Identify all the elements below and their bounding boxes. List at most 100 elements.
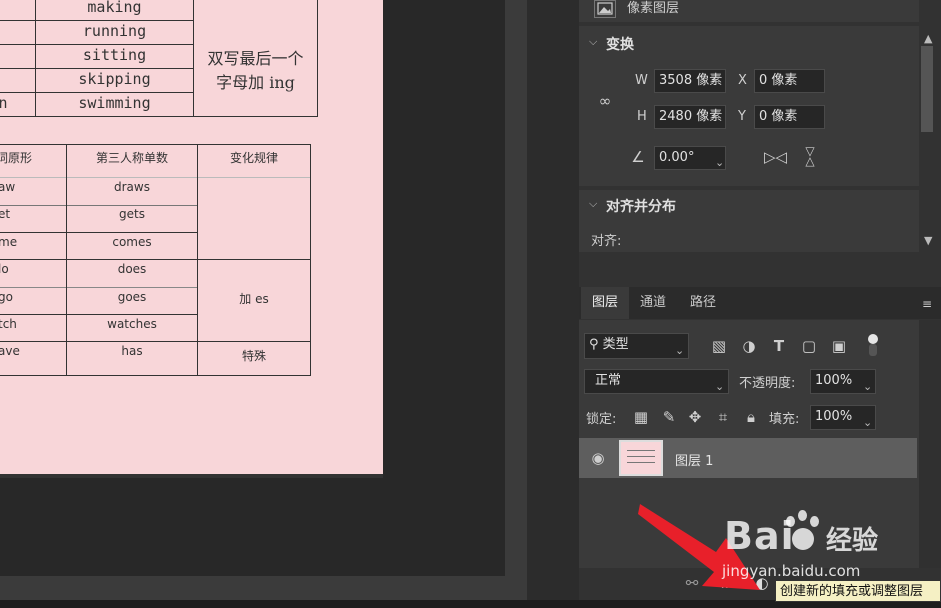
chevron-down-icon: ⌄ (863, 416, 873, 429)
table-cell: watches (107, 317, 157, 331)
table-cell: ave (0, 344, 20, 358)
panel-menu-icon[interactable]: ≡ (918, 295, 936, 313)
width-input[interactable]: 3508 像素 (654, 69, 726, 93)
chevron-down-icon[interactable]: ⌵ (589, 35, 597, 49)
table-line (0, 287, 198, 288)
fill-value: 100% (815, 409, 853, 424)
y-input[interactable]: 0 像素 (754, 105, 825, 129)
rule-cell: 字母加 ing (216, 73, 295, 92)
opacity-input[interactable]: 100% ⌄ (810, 369, 876, 394)
search-icon: ⚲ (589, 337, 603, 352)
table-cell: has (121, 344, 143, 358)
table-cell: draws (114, 180, 150, 194)
lock-artboard-icon[interactable]: ⌗ (714, 408, 732, 426)
chevron-down-icon[interactable]: ⌵ (589, 197, 597, 211)
table-line (0, 20, 193, 21)
paw-icon (782, 510, 824, 554)
eye-icon[interactable]: ◉ (589, 449, 607, 467)
watermark-url: jingyan.baidu.com (722, 562, 861, 580)
align-label: 对齐: (591, 234, 622, 249)
rule-cell: 双写最后一个 (207, 49, 304, 68)
tab-layers[interactable]: 图层 (581, 287, 629, 319)
layers-scrollbar[interactable] (919, 320, 941, 568)
chevron-down-icon: ⌄ (715, 380, 725, 393)
height-input[interactable]: 2480 像素 (654, 105, 726, 129)
opacity-label: 不透明度: (739, 376, 796, 391)
table-line (0, 177, 311, 178)
table-cell: gets (119, 207, 145, 221)
document-page[interactable]: making running sitting skipping swimming… (0, 0, 383, 474)
properties-scrollbar[interactable] (921, 46, 933, 132)
smart-object-filter-icon[interactable]: ▣ (830, 337, 848, 355)
table-cell: running (82, 22, 147, 40)
scroll-up-icon[interactable]: ▲ (924, 32, 932, 45)
rule-cell: 加 es (239, 292, 269, 306)
table-cell: comes (112, 235, 152, 249)
scroll-down-icon[interactable]: ▼ (924, 234, 932, 247)
table-line (0, 116, 318, 117)
table-line (0, 92, 193, 93)
image-filter-icon[interactable]: ▧ (710, 337, 728, 355)
type-filter-icon[interactable]: T (770, 337, 788, 355)
pixel-layer-icon (594, 0, 616, 18)
layer-thumbnail (619, 440, 663, 476)
height-label: H (637, 109, 647, 124)
table-line (0, 232, 198, 233)
filter-toggle-icon[interactable] (866, 334, 880, 356)
lock-transparency-icon[interactable]: ▦ (632, 408, 650, 426)
chevron-down-icon[interactable]: ⌄ (715, 152, 724, 174)
chevron-down-icon: ⌄ (863, 380, 873, 393)
table-line (0, 144, 311, 145)
align-title[interactable]: 对齐并分布 (606, 196, 676, 216)
table-line (66, 144, 67, 375)
angle-icon: ∠ (631, 148, 645, 166)
chevron-down-icon: ⌄ (675, 344, 685, 357)
table-cell: lo (0, 262, 9, 276)
fill-input[interactable]: 100% ⌄ (810, 405, 876, 430)
table-line (0, 68, 193, 69)
x-input[interactable]: 0 像素 (754, 69, 825, 93)
shape-filter-icon[interactable]: ▢ (800, 337, 818, 355)
table-line (0, 44, 193, 45)
link-icon[interactable]: ∞ (597, 92, 613, 110)
watermark-brand2: 经验 (826, 526, 879, 556)
table-cell: go (0, 290, 13, 304)
vertical-scrollbar[interactable] (505, 0, 527, 600)
table-line (0, 314, 198, 315)
tooltip: 创建新的填充或调整图层 (775, 580, 941, 602)
angle-input[interactable]: 0.00° ⌄ (654, 146, 726, 170)
layer-type-label: 像素图层 (627, 1, 680, 16)
table-cell: goes (117, 290, 147, 304)
blend-mode-value: 正常 (595, 373, 622, 388)
layer-filter-select[interactable]: ⚲ 类型 ⌄ (584, 333, 689, 359)
transform-title[interactable]: 变换 (606, 34, 634, 54)
table-cell: skipping (78, 70, 151, 88)
table-cell: swimming (78, 94, 151, 112)
tab-paths[interactable]: 路径 (678, 287, 728, 319)
panel-gutter (527, 0, 579, 608)
lock-pixels-icon[interactable]: ✎ (660, 408, 678, 426)
layer-name[interactable]: 图层 1 (675, 450, 713, 469)
table-cell: n (0, 94, 8, 112)
table-cell: tch (0, 317, 17, 331)
table-cell: me (0, 235, 18, 249)
angle-value: 0.00° (659, 150, 695, 165)
filter-type-value: 类型 (602, 337, 629, 352)
table-line (0, 205, 198, 206)
lock-all-icon[interactable]: 🔒︎ (742, 408, 760, 426)
lock-position-icon[interactable]: ✥ (686, 408, 704, 426)
flip-vertical-icon[interactable]: ▽ △ (800, 145, 820, 167)
tab-channels[interactable]: 通道 (630, 287, 676, 319)
canvas-edge (0, 474, 383, 478)
table-line (0, 259, 311, 260)
table-cell: aw (0, 180, 16, 194)
table-cell: et (0, 207, 11, 221)
blend-mode-select[interactable]: 正常 ⌄ (584, 369, 729, 394)
table-cell: making (87, 0, 142, 16)
x-label: X (738, 73, 747, 88)
flip-horizontal-icon[interactable]: ▷◁ (764, 148, 787, 166)
adjustment-filter-icon[interactable]: ◑ (740, 337, 758, 355)
table-header: 词原形 (0, 151, 32, 165)
opacity-value: 100% (815, 373, 853, 388)
horizontal-scrollbar[interactable] (0, 576, 505, 600)
